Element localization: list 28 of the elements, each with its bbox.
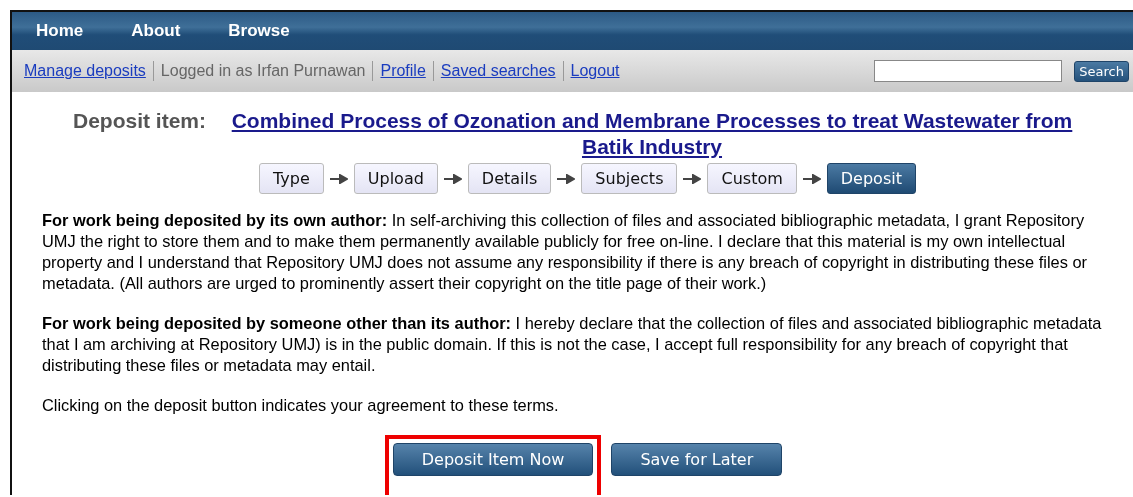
arrow-icon bbox=[557, 173, 576, 184]
action-button[interactable]: Deposit Item Now bbox=[392, 443, 594, 476]
terms-paragraph: For work being deposited by its own author: In self-archiving this collection of files and associated bibliographic metadata, I grant Repository UMJ the right to store them and to make them permanently available publicly for free on-line. I declare that this material is my own intellectual property and I understand that Repository UMJ does not assume any responsibility if there is any breach of copyright in distributing these files or metadata. (All authors are urged to prominently assert their copyright on the title page of their work.) bbox=[42, 210, 1088, 294]
user-link[interactable]: Saved searches bbox=[440, 62, 556, 80]
workflow-step[interactable]: Subjects bbox=[581, 163, 678, 194]
workflow-step[interactable]: Custom bbox=[707, 163, 797, 194]
user-link[interactable]: Logout bbox=[570, 62, 620, 80]
workflow-step[interactable]: Deposit bbox=[826, 163, 916, 194]
workflow-step[interactable]: Details bbox=[467, 163, 552, 194]
workflow-step[interactable]: Type bbox=[259, 163, 324, 194]
nav-link[interactable]: About bbox=[131, 21, 181, 41]
terms-paragraph: Clicking on the deposit button indicates your agreement to these terms. bbox=[42, 395, 560, 416]
workflow-step[interactable]: Upload bbox=[353, 163, 438, 194]
search-button[interactable]: Search bbox=[1074, 60, 1129, 82]
arrow-icon bbox=[329, 173, 348, 184]
login-status: Logged in as Irfan Purnawan bbox=[160, 62, 366, 80]
heading-label: Deposit item: bbox=[73, 108, 206, 134]
item-title-link[interactable]: Combined Process of Ozonation and Membrane Processes to treat Wastewater from Batik Industry bbox=[212, 108, 1092, 160]
nav-link[interactable]: Browse bbox=[228, 21, 290, 41]
arrow-icon bbox=[683, 173, 702, 184]
arrow-icon bbox=[443, 173, 462, 184]
terms-paragraph: For work being deposited by someone other than its author: I hereby declare that the collection of files and associated bibliographic metadata that I am archiving at Repository UMJ) is in the public domain. If this is not the case, I accept full responsibility for any breach of copyright that distributing these files or metadata may entail. bbox=[42, 313, 1103, 376]
action-button[interactable]: Save for Later bbox=[611, 443, 783, 476]
nav-link[interactable]: Home bbox=[36, 21, 84, 41]
user-link[interactable]: Profile bbox=[380, 62, 426, 80]
user-link[interactable]: Manage deposits bbox=[24, 62, 146, 80]
arrow-icon bbox=[802, 173, 821, 184]
search-field[interactable] bbox=[874, 60, 1063, 82]
